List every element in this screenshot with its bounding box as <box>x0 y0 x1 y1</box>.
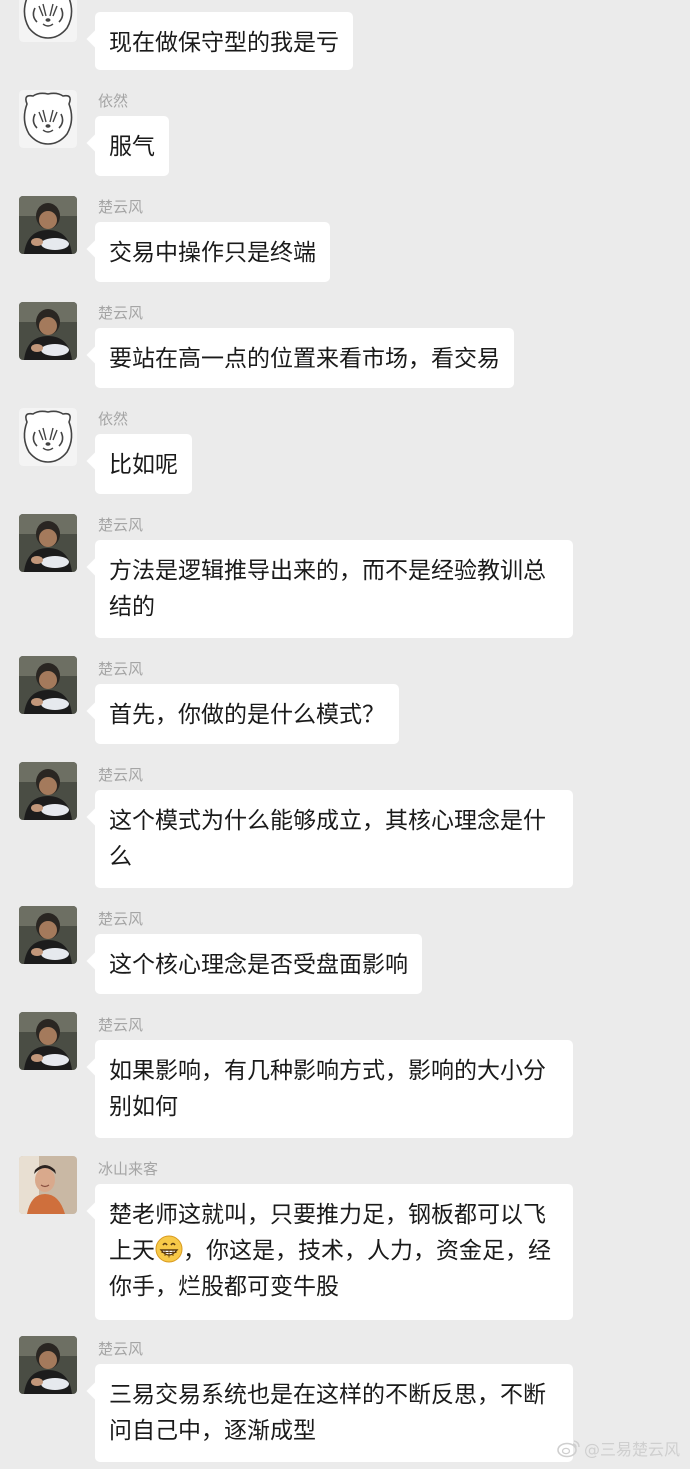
man-photo-avatar-icon <box>19 762 77 820</box>
message-bubble: 交易中操作只是终端 <box>95 222 330 282</box>
avatar[interactable] <box>19 762 77 820</box>
message-bubble: 现在做保守型的我是亏 <box>95 12 353 70</box>
avatar[interactable] <box>19 90 77 148</box>
message-bubble: 楚老师这就叫，只要推力足，钢板都可以飞上天 ，你这是，技术，人力，资金足，经你手… <box>95 1184 573 1320</box>
man-photo-avatar-icon <box>19 514 77 572</box>
bear-cartoon-avatar-icon <box>19 408 77 466</box>
message-bubble: 这个核心理念是否受盘面影响 <box>95 934 422 994</box>
avatar[interactable] <box>19 1156 77 1214</box>
sender-name: 楚云风 <box>98 1340 144 1358</box>
bear-cartoon-avatar-icon <box>19 0 77 42</box>
avatar[interactable] <box>19 0 77 42</box>
message-bubble: 如果影响，有几种影响方式，影响的大小分别如何 <box>95 1040 573 1138</box>
avatar[interactable] <box>19 656 77 714</box>
sender-name: 依然 <box>98 410 129 428</box>
sender-name: 楚云风 <box>98 516 144 534</box>
message-bubble: 要站在高一点的位置来看市场，看交易 <box>95 328 514 388</box>
sender-name: 冰山来客 <box>98 1160 159 1178</box>
person-photo-avatar-icon <box>19 1156 77 1214</box>
weibo-icon <box>557 1440 580 1458</box>
watermark: @三易楚云风 <box>557 1436 680 1460</box>
watermark-text: @三易楚云风 <box>583 1440 680 1459</box>
sender-name: 楚云风 <box>98 1016 144 1034</box>
message-bubble: 三易交易系统也是在这样的不断反思，不断问自己中，逐渐成型 <box>95 1364 573 1462</box>
man-photo-avatar-icon <box>19 906 77 964</box>
man-photo-avatar-icon <box>19 656 77 714</box>
message-bubble: 比如呢 <box>95 434 192 494</box>
avatar[interactable] <box>19 196 77 254</box>
avatar[interactable] <box>19 514 77 572</box>
grinning-face-emoji-icon <box>155 1235 183 1263</box>
bear-cartoon-avatar-icon <box>19 90 77 148</box>
avatar[interactable] <box>19 1336 77 1394</box>
man-photo-avatar-icon <box>19 1012 77 1070</box>
avatar[interactable] <box>19 408 77 466</box>
avatar[interactable] <box>19 1012 77 1070</box>
sender-name: 楚云风 <box>98 766 144 784</box>
man-photo-avatar-icon <box>19 196 77 254</box>
message-bubble: 首先，你做的是什么模式？ <box>95 684 399 744</box>
sender-name: 楚云风 <box>98 198 144 216</box>
sender-name: 楚云风 <box>98 304 144 322</box>
message-bubble: 这个模式为什么能够成立，其核心理念是什么 <box>95 790 573 888</box>
sender-name: 楚云风 <box>98 910 144 928</box>
avatar[interactable] <box>19 906 77 964</box>
message-bubble: 方法是逻辑推导出来的，而不是经验教训总结的 <box>95 540 573 638</box>
sender-name: 楚云风 <box>98 660 144 678</box>
man-photo-avatar-icon <box>19 1336 77 1394</box>
avatar[interactable] <box>19 302 77 360</box>
sender-name: 依然 <box>98 92 129 110</box>
man-photo-avatar-icon <box>19 302 77 360</box>
message-bubble: 服气 <box>95 116 169 176</box>
